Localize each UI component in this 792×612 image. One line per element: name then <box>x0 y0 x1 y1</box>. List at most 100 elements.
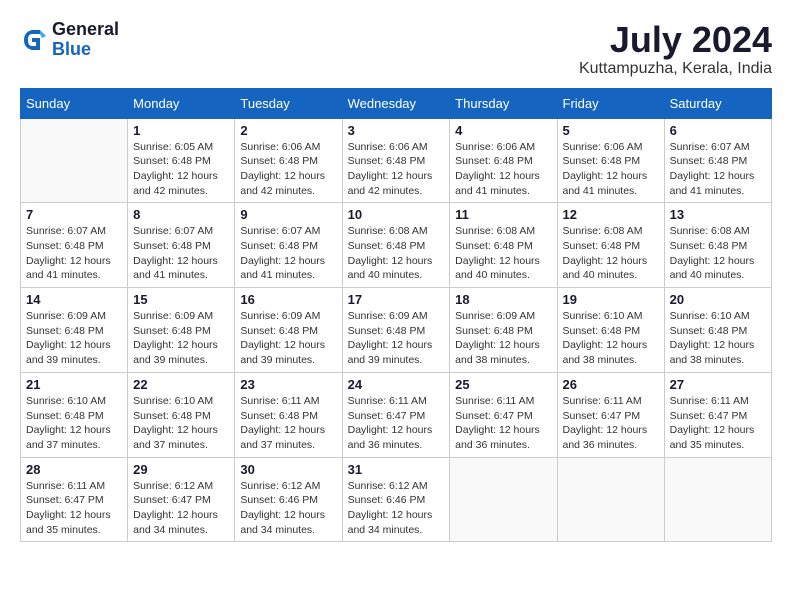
table-row: 11Sunrise: 6:08 AMSunset: 6:48 PMDayligh… <box>450 203 557 288</box>
day-number: 2 <box>240 123 336 138</box>
day-number: 20 <box>670 292 766 307</box>
day-number: 12 <box>563 207 659 222</box>
day-number: 23 <box>240 377 336 392</box>
day-info: Sunrise: 6:12 AMSunset: 6:47 PMDaylight:… <box>133 479 229 538</box>
day-info: Sunrise: 6:07 AMSunset: 6:48 PMDaylight:… <box>26 224 122 283</box>
day-number: 19 <box>563 292 659 307</box>
table-row: 25 Sunrise: 6:11 AMSunset: 6:47 PMDayligh… <box>450 372 557 457</box>
table-row: 15 Sunrise: 6:09 AMSunset: 6:48 PMDayligh… <box>128 288 235 373</box>
col-monday: Monday <box>128 88 235 118</box>
day-info: Sunrise: 6:06 AMSunset: 6:48 PMDaylight:… <box>455 140 551 199</box>
calendar-week-row: 1Sunrise: 6:05 AMSunset: 6:48 PMDaylight… <box>21 118 772 203</box>
day-info: Sunrise: 6:12 AMSunset: 6:46 PMDaylight:… <box>240 479 336 538</box>
day-number: 18 <box>455 292 551 307</box>
table-row: 30Sunrise: 6:12 AMSunset: 6:46 PMDayligh… <box>235 457 342 542</box>
table-row: 8 Sunrise: 6:07 AMSunset: 6:48 PMDaylight… <box>128 203 235 288</box>
day-number: 25 <box>455 377 551 392</box>
day-number: 7 <box>26 207 122 222</box>
day-info: Sunrise: 6:11 AMSunset: 6:47 PMDaylight:… <box>348 394 445 453</box>
table-row: 16 Sunrise: 6:09 AMSunset: 6:48 PMDayligh… <box>235 288 342 373</box>
col-tuesday: Tuesday <box>235 88 342 118</box>
day-number: 22 <box>133 377 229 392</box>
day-number: 17 <box>348 292 445 307</box>
day-info: Sunrise: 6:11 AMSunset: 6:47 PMDaylight:… <box>26 479 122 538</box>
day-info: Sunrise: 6:10 AMSunset: 6:48 PMDaylight:… <box>133 394 229 453</box>
table-row: 19Sunrise: 6:10 AMSunset: 6:48 PMDayligh… <box>557 288 664 373</box>
day-number: 15 <box>133 292 229 307</box>
col-wednesday: Wednesday <box>342 88 450 118</box>
day-info: Sunrise: 6:11 AMSunset: 6:47 PMDaylight:… <box>670 394 766 453</box>
day-info: Sunrise: 6:07 AMSunset: 6:48 PMDaylight:… <box>240 224 336 283</box>
location-title: Kuttampuzha, Kerala, India <box>579 60 772 78</box>
logo: General Blue <box>20 20 119 60</box>
day-number: 10 <box>348 207 445 222</box>
day-info: Sunrise: 6:10 AMSunset: 6:48 PMDaylight:… <box>670 309 766 368</box>
day-number: 27 <box>670 377 766 392</box>
table-row: 5Sunrise: 6:06 AMSunset: 6:48 PMDaylight… <box>557 118 664 203</box>
table-row: 3 Sunrise: 6:06 AMSunset: 6:48 PMDaylight… <box>342 118 450 203</box>
table-row: 24 Sunrise: 6:11 AMSunset: 6:47 PMDayligh… <box>342 372 450 457</box>
day-number: 28 <box>26 462 122 477</box>
calendar-week-row: 7 Sunrise: 6:07 AMSunset: 6:48 PMDaylight… <box>21 203 772 288</box>
table-row: 13Sunrise: 6:08 AMSunset: 6:48 PMDayligh… <box>664 203 771 288</box>
day-number: 26 <box>563 377 659 392</box>
table-row: 20 Sunrise: 6:10 AMSunset: 6:48 PMDayligh… <box>664 288 771 373</box>
day-info: Sunrise: 6:09 AMSunset: 6:48 PMDaylight:… <box>26 309 122 368</box>
table-row: 17 Sunrise: 6:09 AMSunset: 6:48 PMDayligh… <box>342 288 450 373</box>
table-row <box>557 457 664 542</box>
day-number: 16 <box>240 292 336 307</box>
day-number: 31 <box>348 462 445 477</box>
day-number: 24 <box>348 377 445 392</box>
day-info: Sunrise: 6:10 AMSunset: 6:48 PMDaylight:… <box>26 394 122 453</box>
day-info: Sunrise: 6:09 AMSunset: 6:48 PMDaylight:… <box>133 309 229 368</box>
logo-blue-text: Blue <box>52 40 119 60</box>
table-row: 18 Sunrise: 6:09 AMSunset: 6:48 PMDayligh… <box>450 288 557 373</box>
calendar-week-row: 28 Sunrise: 6:11 AMSunset: 6:47 PMDayligh… <box>21 457 772 542</box>
table-row <box>664 457 771 542</box>
calendar-week-row: 21 Sunrise: 6:10 AMSunset: 6:48 PMDayligh… <box>21 372 772 457</box>
day-number: 4 <box>455 123 551 138</box>
day-info: Sunrise: 6:11 AMSunset: 6:47 PMDaylight:… <box>563 394 659 453</box>
table-row <box>21 118 128 203</box>
day-number: 29 <box>133 462 229 477</box>
table-row: 29 Sunrise: 6:12 AMSunset: 6:47 PMDayligh… <box>128 457 235 542</box>
day-number: 13 <box>670 207 766 222</box>
day-info: Sunrise: 6:09 AMSunset: 6:48 PMDaylight:… <box>455 309 551 368</box>
col-sunday: Sunday <box>21 88 128 118</box>
table-row: 4 Sunrise: 6:06 AMSunset: 6:48 PMDaylight… <box>450 118 557 203</box>
table-row: 14 Sunrise: 6:09 AMSunset: 6:48 PMDayligh… <box>21 288 128 373</box>
table-row: 26 Sunrise: 6:11 AMSunset: 6:47 PMDayligh… <box>557 372 664 457</box>
day-number: 9 <box>240 207 336 222</box>
day-number: 8 <box>133 207 229 222</box>
col-friday: Friday <box>557 88 664 118</box>
col-saturday: Saturday <box>664 88 771 118</box>
day-info: Sunrise: 6:07 AMSunset: 6:48 PMDaylight:… <box>670 140 766 199</box>
calendar-table: Sunday Monday Tuesday Wednesday Thursday… <box>20 88 772 543</box>
day-info: Sunrise: 6:06 AMSunset: 6:48 PMDaylight:… <box>348 140 445 199</box>
day-info: Sunrise: 6:08 AMSunset: 6:48 PMDaylight:… <box>455 224 551 283</box>
table-row: 6 Sunrise: 6:07 AMSunset: 6:48 PMDaylight… <box>664 118 771 203</box>
day-number: 5 <box>563 123 659 138</box>
day-info: Sunrise: 6:07 AMSunset: 6:48 PMDaylight:… <box>133 224 229 283</box>
day-info: Sunrise: 6:08 AMSunset: 6:48 PMDaylight:… <box>348 224 445 283</box>
table-row <box>450 457 557 542</box>
title-area: July 2024 Kuttampuzha, Kerala, India <box>579 20 772 78</box>
table-row: 23Sunrise: 6:11 AMSunset: 6:48 PMDayligh… <box>235 372 342 457</box>
month-title: July 2024 <box>579 20 772 60</box>
day-number: 14 <box>26 292 122 307</box>
day-info: Sunrise: 6:05 AMSunset: 6:48 PMDaylight:… <box>133 140 229 199</box>
table-row: 31Sunrise: 6:12 AMSunset: 6:46 PMDayligh… <box>342 457 450 542</box>
calendar-header-row: Sunday Monday Tuesday Wednesday Thursday… <box>21 88 772 118</box>
col-thursday: Thursday <box>450 88 557 118</box>
calendar-week-row: 14 Sunrise: 6:09 AMSunset: 6:48 PMDayligh… <box>21 288 772 373</box>
table-row: 12Sunrise: 6:08 AMSunset: 6:48 PMDayligh… <box>557 203 664 288</box>
day-info: Sunrise: 6:09 AMSunset: 6:48 PMDaylight:… <box>240 309 336 368</box>
day-info: Sunrise: 6:11 AMSunset: 6:47 PMDaylight:… <box>455 394 551 453</box>
day-info: Sunrise: 6:09 AMSunset: 6:48 PMDaylight:… <box>348 309 445 368</box>
day-number: 3 <box>348 123 445 138</box>
table-row: 7 Sunrise: 6:07 AMSunset: 6:48 PMDaylight… <box>21 203 128 288</box>
table-row: 1Sunrise: 6:05 AMSunset: 6:48 PMDaylight… <box>128 118 235 203</box>
logo-icon <box>20 26 48 54</box>
day-number: 21 <box>26 377 122 392</box>
day-number: 6 <box>670 123 766 138</box>
